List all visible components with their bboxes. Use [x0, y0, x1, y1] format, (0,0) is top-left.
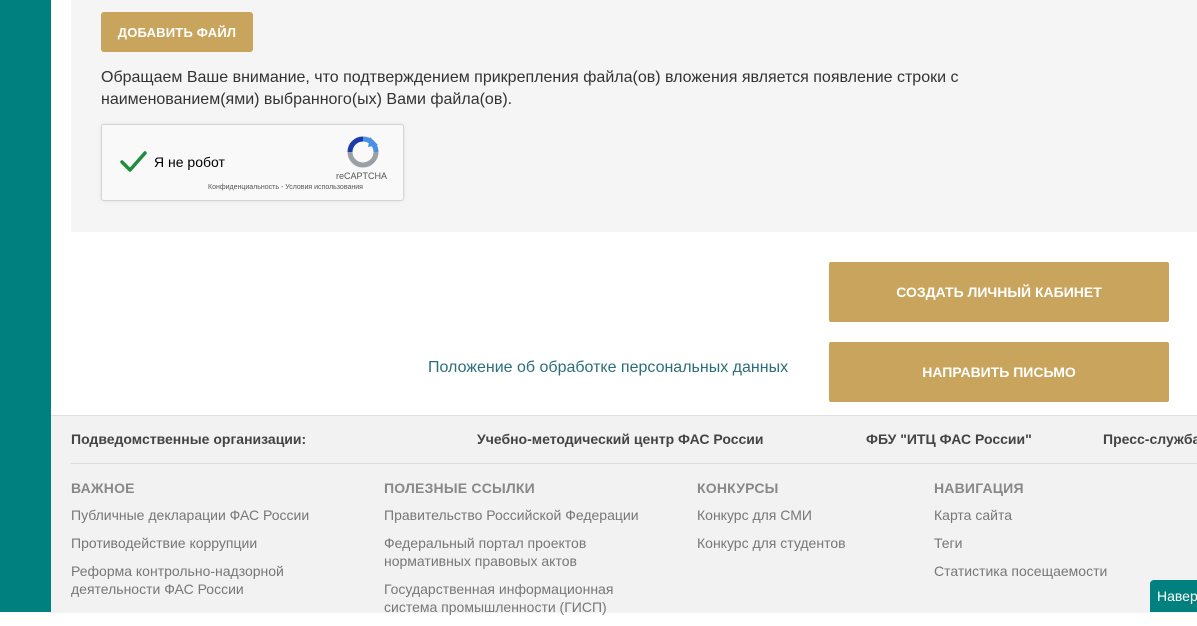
recaptcha-brand: reCAPTCHA — [336, 171, 388, 181]
footer-link[interactable]: Конкурс для СМИ — [697, 506, 897, 524]
footer-link[interactable]: Карта сайта — [934, 506, 1134, 524]
footer-column-useful-links: ПОЛЕЗНЫЕ ССЫЛКИ Правительство Российской… — [384, 480, 654, 626]
footer-link[interactable]: Противодействие коррупции — [71, 534, 331, 552]
checkmark-icon[interactable] — [118, 147, 148, 177]
subordinate-org-link[interactable]: Учебно-методический центр ФАС России — [477, 431, 764, 447]
footer-column-important: ВАЖНОЕ Публичные декларации ФАС России П… — [71, 480, 331, 608]
recaptcha-terms[interactable]: Конфиденциальность - Условия использован… — [208, 184, 363, 191]
footer-link[interactable]: Правительство Российской Федерации — [384, 506, 654, 524]
column-title: КОНКУРСЫ — [697, 480, 779, 496]
recaptcha-widget: Я не робот reCAPTCHA Конфиденциальность … — [101, 124, 404, 201]
footer-link[interactable]: Теги — [934, 534, 1134, 552]
footer-link[interactable]: Реформа контрольно-надзорной деятельност… — [71, 562, 331, 598]
recaptcha-logo-icon — [347, 136, 379, 168]
send-letter-button[interactable]: НАПРАВИТЬ ПИСЬМО — [829, 342, 1169, 402]
column-title: ПОЛЕЗНЫЕ ССЫЛКИ — [384, 480, 535, 496]
footer-link[interactable]: Публичные декларации ФАС России — [71, 506, 331, 524]
captcha-label: Я не робот — [154, 154, 225, 170]
footer-link[interactable]: Конкурс для студентов — [697, 534, 897, 552]
subordinate-org-link[interactable]: ФБУ "ИТЦ ФАС России" — [866, 431, 1032, 447]
footer-column-navigation: НАВИГАЦИЯ Карта сайта Теги Статистика по… — [934, 480, 1134, 590]
column-title: ВАЖНОЕ — [71, 480, 135, 496]
column-title: НАВИГАЦИЯ — [934, 480, 1024, 496]
attachment-notice: Обращаем Ваше внимание, что подтверждени… — [101, 69, 959, 108]
scroll-to-top-button[interactable]: Наверх — [1150, 580, 1197, 612]
footer-divider — [71, 463, 1197, 464]
subordinate-orgs-label: Подведомственные организации: — [71, 431, 307, 447]
footer-link[interactable]: Федеральный портал проектов нормативных … — [384, 534, 654, 570]
add-file-button[interactable]: ДОБАВИТЬ ФАЙЛ — [101, 12, 253, 52]
footer-link[interactable]: Статистика посещаемости — [934, 562, 1134, 580]
left-side-bar — [0, 0, 51, 612]
footer-link[interactable]: Государственная информационная система п… — [384, 580, 654, 616]
subordinate-org-link[interactable]: Пресс-служба — [1103, 431, 1197, 447]
privacy-policy-link[interactable]: Положение об обработке персональных данн… — [428, 359, 788, 377]
footer-column-contests: КОНКУРСЫ Конкурс для СМИ Конкурс для сту… — [697, 480, 897, 562]
create-account-button[interactable]: СОЗДАТЬ ЛИЧНЫЙ КАБИНЕТ — [829, 262, 1169, 322]
